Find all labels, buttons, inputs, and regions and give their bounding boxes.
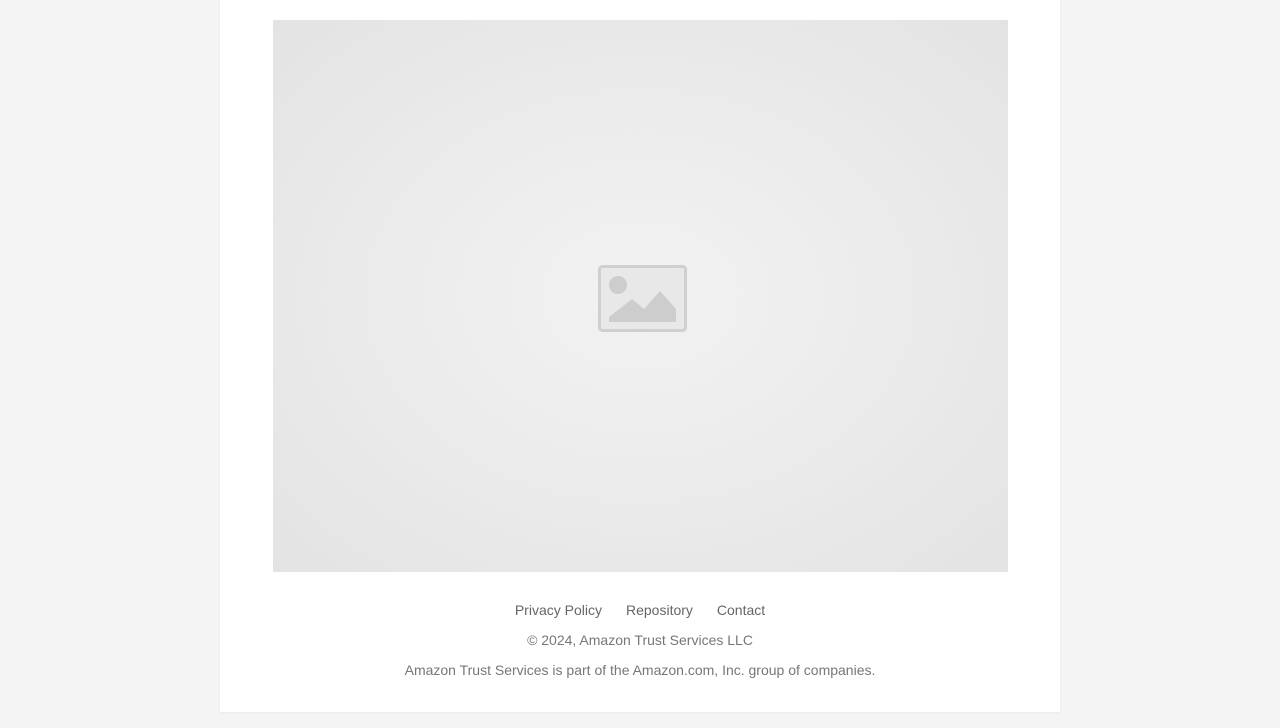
contact-link[interactable]: Contact [717, 600, 765, 620]
privacy-policy-link[interactable]: Privacy Policy [515, 600, 602, 620]
footer-tagline: Amazon Trust Services is part of the Ama… [404, 662, 876, 678]
page-card: Privacy Policy Repository Contact © 2024… [220, 0, 1060, 712]
repository-link[interactable]: Repository [626, 600, 693, 620]
hero-image [273, 20, 1008, 572]
image-placeholder-icon [598, 265, 687, 332]
copyright-text: © 2024, Amazon Trust Services LLC [527, 632, 753, 648]
footer-links: Privacy Policy Repository Contact [220, 600, 1060, 620]
